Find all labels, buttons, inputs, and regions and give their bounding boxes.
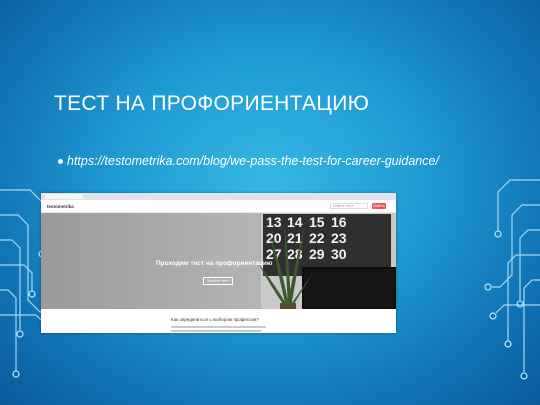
browser-tab bbox=[45, 194, 83, 199]
circuit-decoration-right bbox=[484, 179, 540, 380]
article-title: Как определиться с выбором профессии? bbox=[171, 317, 259, 322]
site-logo: testometrika bbox=[47, 203, 74, 209]
bullet-item: https://testometrika.com/blog/we-pass-th… bbox=[58, 154, 439, 168]
calendar-number: 23 bbox=[331, 230, 347, 246]
tv-screen-photo bbox=[302, 267, 396, 309]
site-navbar: testometrika Найти тест Войти bbox=[41, 200, 396, 213]
website-screenshot: testometrika Найти тест Войти 13 14 15 1… bbox=[41, 193, 396, 333]
article-text-line bbox=[171, 326, 266, 328]
presentation-slide: ТЕСТ НА ПРОФОРИЕНТАЦИЮ https://testometr… bbox=[0, 0, 540, 405]
article-text-line bbox=[171, 330, 261, 332]
site-search-box: Найти тест bbox=[330, 203, 368, 209]
article-preview: Как определиться с выбором профессии? bbox=[41, 309, 396, 333]
browser-tab-bar bbox=[41, 193, 396, 200]
hero-title: Проходим тест на профориентацию bbox=[156, 260, 273, 267]
slide-title: ТЕСТ НА ПРОФОРИЕНТАЦИЮ bbox=[54, 92, 370, 115]
career-test-link[interactable]: https://testometrika.com/blog/we-pass-th… bbox=[67, 154, 439, 168]
calendar-number: 30 bbox=[331, 246, 347, 262]
site-login-button: Войти bbox=[372, 203, 386, 209]
hero-start-button: Пройти тест bbox=[203, 277, 233, 285]
calendar-number: 16 bbox=[331, 214, 347, 230]
hero-banner: 13 14 15 16 20 21 22 23 27 28 29 30 Прох… bbox=[41, 213, 396, 309]
bullet-dot bbox=[58, 158, 63, 164]
